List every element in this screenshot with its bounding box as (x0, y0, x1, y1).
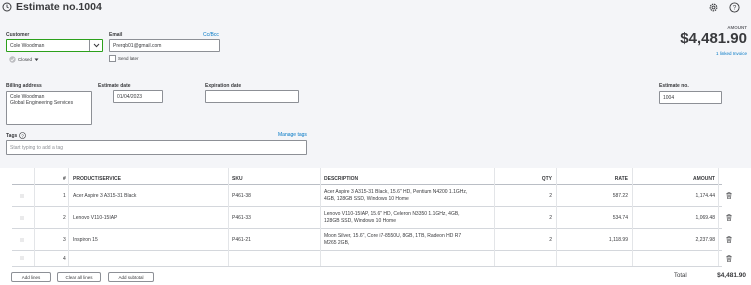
drag-handle-icon[interactable] (20, 216, 24, 220)
svg-text:?: ? (22, 133, 25, 138)
status-check-icon (9, 56, 16, 63)
row-qty[interactable]: 2 (524, 215, 552, 221)
svg-text:?: ? (733, 5, 737, 12)
row-amount[interactable]: 2,237.98 (675, 237, 715, 243)
customer-status[interactable]: Closed (9, 56, 39, 63)
customer-label: Customer (6, 32, 30, 38)
row-rate[interactable]: 1,118.99 (588, 237, 628, 243)
trash-icon[interactable] (726, 214, 732, 221)
estimate-no-label: Estimate no. (659, 83, 689, 89)
row-sku[interactable]: P461-38 (232, 193, 251, 199)
col-header-description: DESCRIPTION (324, 176, 359, 182)
tags-input[interactable]: Start typing to add a tag (6, 140, 307, 155)
info-icon[interactable]: ? (19, 132, 27, 139)
col-header-qty: QTY (541, 176, 552, 182)
drag-handle-icon[interactable] (20, 256, 24, 260)
cc-bcc-link[interactable]: Cc/Bcc (203, 32, 219, 38)
email-field[interactable]: Prerqb01@gmail.com (109, 39, 220, 52)
send-later-checkbox[interactable] (109, 55, 116, 62)
row-product[interactable]: Inspiron 15 (73, 237, 98, 243)
expiration-date-field[interactable] (205, 90, 299, 103)
row-sku[interactable]: P461-33 (232, 215, 251, 221)
trash-icon[interactable] (726, 192, 732, 199)
drag-handle-icon[interactable] (20, 238, 24, 242)
clear-all-lines-button[interactable]: Clear all lines (57, 272, 101, 282)
customer-select[interactable]: Cole Woodman (6, 39, 103, 52)
table-row[interactable]: 3 Inspiron 15 P461-21 Moon Silver, 15.6"… (0, 229, 751, 250)
chevron-down-icon[interactable] (89, 40, 102, 51)
col-header-amount: AMOUNT (693, 176, 715, 182)
row-description-line-2[interactable]: M265 2GB, (324, 240, 349, 246)
page-title: Estimate no.1004 (16, 1, 102, 13)
row-rate[interactable]: 534.74 (588, 215, 628, 221)
row-number: 2 (63, 215, 66, 221)
row-rate[interactable]: 587.22 (588, 193, 628, 199)
trash-icon[interactable] (726, 255, 732, 262)
row-description-line-2[interactable]: 128GB SSD, Windows 10 Home (324, 218, 396, 224)
email-label: Email (109, 32, 123, 38)
customer-value: Cole Woodman (10, 42, 45, 49)
billing-line-2: Global Engineering Services (10, 100, 74, 106)
expiration-date-label: Expiration date (205, 83, 242, 89)
total-value: $4,481.90 (717, 272, 746, 279)
tags-placeholder: Start typing to add a tag (10, 144, 64, 151)
trash-icon[interactable] (726, 236, 732, 243)
linked-invoice-link[interactable]: 1 linked Invoice (716, 51, 747, 56)
send-later-label: Send later (118, 56, 139, 61)
table-row[interactable]: 4 (0, 251, 751, 266)
chevron-down-icon (34, 58, 39, 61)
gear-icon[interactable] (708, 2, 719, 13)
manage-tags-link[interactable]: Manage tags (278, 132, 307, 138)
estimate-date-label: Estimate date (98, 83, 131, 89)
tags-label: Tags (6, 132, 18, 139)
row-number: 4 (63, 256, 66, 262)
row-product[interactable]: Acer Aspire 3 A315-31 Black (73, 193, 136, 199)
row-qty[interactable]: 2 (524, 237, 552, 243)
estimate-header-section: Estimate no.1004 ? Customer Cole Woodman… (0, 0, 751, 168)
line-items-section: # PRODUCT/SERVICE SKU DESCRIPTION QTY RA… (0, 168, 751, 285)
send-later-option[interactable]: Send later (109, 55, 139, 62)
table-divider (12, 266, 722, 267)
row-amount[interactable]: 1,174.44 (675, 193, 715, 199)
estimate-no-field[interactable]: 1004 (659, 91, 722, 104)
drag-handle-icon[interactable] (20, 194, 24, 198)
help-icon[interactable]: ? (729, 2, 740, 13)
add-lines-button[interactable]: Add lines (11, 272, 51, 282)
col-header-sku: SKU (232, 176, 243, 182)
row-number: 1 (63, 193, 66, 199)
tags-label-group: Tags ? (6, 132, 27, 139)
row-description-line-2[interactable]: 4GB, 128GB SSD, Windows 10 Home (324, 196, 409, 202)
table-row[interactable]: 2 Lenovo V110-15IAP P461-33 Lenovo V110-… (0, 207, 751, 228)
status-label: Closed (18, 57, 33, 62)
row-description-line-1[interactable]: Acer Aspire 3 A315-31 Black, 15.6" HD, P… (324, 189, 467, 195)
table-row[interactable]: 1 Acer Aspire 3 A315-31 Black P461-38 Ac… (0, 185, 751, 206)
billing-address-label: Billing address (6, 83, 42, 89)
col-header-rate: RATE (614, 176, 628, 182)
billing-address-field[interactable]: Cole Woodman Global Engineering Services (6, 91, 92, 125)
row-qty[interactable]: 2 (524, 193, 552, 199)
col-header-num: # (63, 176, 66, 182)
amount-value: $4,481.90 (680, 30, 747, 47)
row-product[interactable]: Lenovo V110-15IAP (73, 215, 117, 221)
add-subtotal-button[interactable]: Add subtotal (108, 272, 154, 282)
total-label: Total (674, 273, 687, 279)
history-icon[interactable] (2, 2, 12, 12)
row-amount[interactable]: 1,069.48 (675, 215, 715, 221)
row-number: 3 (63, 237, 66, 243)
row-sku[interactable]: P461-21 (232, 237, 251, 243)
row-description-line-1[interactable]: Lenovo V110-15IAP, 15.6" HD, Celeron N33… (324, 211, 460, 217)
row-description-line-1[interactable]: Moon Silver, 15.6", Core i7-8550U, 8GB, … (324, 233, 461, 239)
estimate-date-field[interactable]: 01/04/2023 (113, 90, 163, 103)
col-header-product: PRODUCT/SERVICE (73, 176, 121, 182)
